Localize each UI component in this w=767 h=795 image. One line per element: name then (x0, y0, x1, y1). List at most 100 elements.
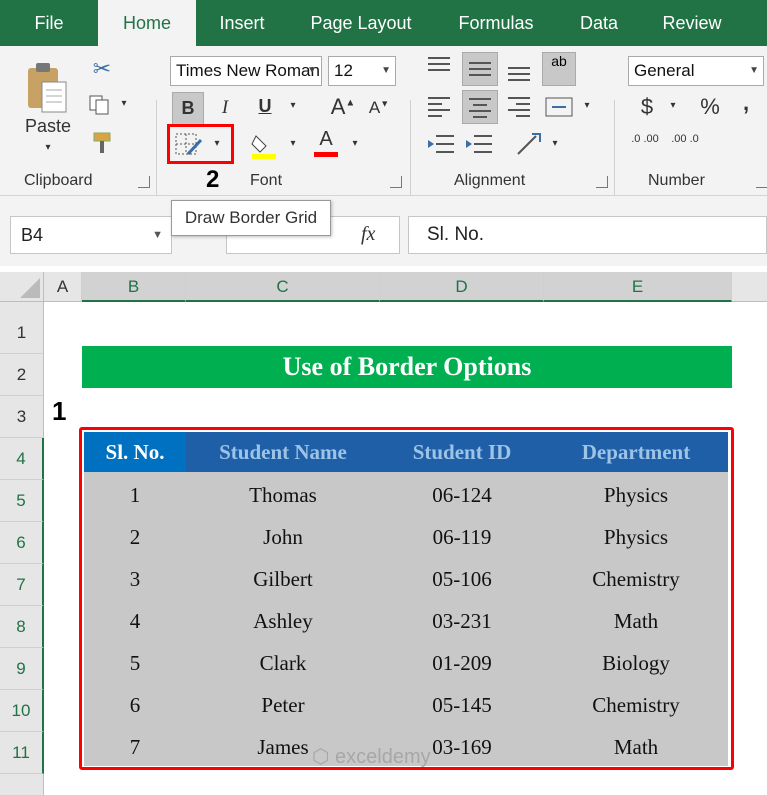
decrease-indent-icon[interactable] (426, 132, 456, 158)
number-format-combo[interactable]: General ▼ (628, 56, 764, 86)
select-all-button[interactable] (0, 272, 44, 302)
row-header-8[interactable]: 8 (0, 606, 44, 648)
alignment-launcher-icon[interactable] (596, 176, 608, 188)
currency-dropdown-icon[interactable]: ▾ (666, 100, 680, 111)
orientation-dropdown-icon[interactable]: ▾ (548, 138, 562, 149)
callout-one: 1 (52, 396, 67, 426)
name-box-value: B4 (21, 225, 44, 245)
row-header-2[interactable]: 2 (0, 354, 44, 396)
column-header-c[interactable]: C (186, 272, 380, 302)
watermark: ⬡ exceldemy (312, 744, 431, 769)
align-center-icon[interactable] (462, 90, 498, 124)
align-right-icon[interactable] (506, 94, 534, 120)
tab-insert[interactable]: Insert (196, 0, 288, 46)
tooltip: Draw Border Grid (171, 200, 331, 236)
copy-icon[interactable] (88, 94, 114, 116)
row-header-11[interactable]: 11 (0, 732, 44, 774)
paste-dropdown-icon[interactable]: ▾ (40, 142, 56, 153)
increase-indent-icon[interactable] (464, 132, 494, 158)
top-align-icon[interactable] (426, 54, 454, 80)
increase-decimal-button[interactable]: .0 .00 (630, 134, 660, 145)
column-header-b[interactable]: B (82, 272, 186, 302)
number-launcher-icon[interactable] (756, 176, 767, 188)
wrap-text-icon: ab (551, 53, 567, 69)
row-header-7[interactable]: 7 (0, 564, 44, 606)
formula-bar-area: B4 ▼ fx Sl. No. (0, 196, 767, 266)
font-size-value: 12 (334, 61, 353, 80)
font-color-icon: A (319, 128, 333, 150)
underline-dropdown-icon[interactable]: ▾ (286, 100, 300, 111)
paste-button[interactable] (24, 60, 70, 114)
fill-color-dropdown-icon[interactable]: ▾ (286, 138, 300, 149)
group-label-alignment: Alignment (454, 172, 526, 189)
font-color-button[interactable]: A (312, 128, 340, 160)
shrink-font-icon: A (368, 98, 381, 117)
callout-two: 2 (206, 166, 220, 193)
column-header-a[interactable]: A (44, 272, 82, 302)
font-name-combo[interactable]: Times New Roman ▼ (170, 56, 322, 86)
grow-font-icon: A (330, 94, 346, 119)
formula-input-value: Sl. No. (427, 224, 485, 245)
group-label-number: Number (648, 172, 705, 189)
bold-label: B (181, 98, 195, 118)
fill-color-icon (251, 135, 276, 159)
chevron-down-icon: ▼ (152, 229, 163, 241)
bottom-align-icon[interactable] (506, 58, 534, 84)
insert-function-icon[interactable]: fx (361, 223, 375, 246)
tab-review[interactable]: Review (640, 0, 744, 46)
row-header-4[interactable]: 4 (0, 438, 44, 480)
tab-file[interactable]: File (0, 0, 98, 46)
tab-formulas[interactable]: Formulas (434, 0, 558, 46)
clipboard-launcher-icon[interactable] (138, 176, 150, 188)
merge-dropdown-icon[interactable]: ▾ (580, 100, 594, 111)
font-color-swatch (314, 152, 338, 157)
column-header-e[interactable]: E (544, 272, 732, 302)
paste-icon (28, 63, 67, 113)
orientation-icon[interactable] (514, 130, 544, 158)
comma-button[interactable]: , (736, 90, 756, 116)
formula-input[interactable]: Sl. No. (408, 216, 767, 254)
copy-dropdown-icon[interactable]: ▾ (118, 98, 130, 109)
font-color-dropdown-icon[interactable]: ▾ (348, 138, 362, 149)
underline-button[interactable]: U (252, 96, 278, 117)
currency-button[interactable]: $ (636, 94, 658, 120)
ribbon: Paste ▾ ✂ ▾ Clipboard Times New Roman ▼ … (0, 46, 767, 240)
italic-button[interactable]: I (212, 97, 238, 119)
watermark-logo-icon: ⬡ (312, 746, 330, 768)
row-header-5[interactable]: 5 (0, 480, 44, 522)
grow-font-button[interactable]: A▲ (330, 94, 356, 120)
sheet-title[interactable]: Use of Border Options (82, 346, 732, 388)
middle-align-icon[interactable] (462, 52, 498, 86)
number-format-value: General (634, 61, 695, 80)
font-launcher-icon[interactable] (390, 176, 402, 188)
column-header-d[interactable]: D (380, 272, 544, 302)
paste-label[interactable]: Paste (20, 116, 76, 137)
row-header-3[interactable]: 3 (0, 396, 44, 438)
tab-home[interactable]: Home (98, 0, 196, 46)
draw-border-grid-button[interactable] (174, 132, 204, 158)
row-header-9[interactable]: 9 (0, 648, 44, 690)
format-painter-icon[interactable] (88, 130, 114, 156)
row-header-10[interactable]: 10 (0, 690, 44, 732)
font-size-combo[interactable]: 12 ▼ (328, 56, 396, 86)
name-box[interactable]: B4 ▼ (10, 216, 172, 254)
percent-button[interactable]: % (696, 94, 724, 120)
chevron-down-icon: ▼ (381, 65, 391, 76)
cut-icon[interactable]: ✂ (88, 56, 116, 82)
merge-center-icon[interactable] (544, 94, 574, 120)
shrink-font-button[interactable]: A▼ (366, 98, 392, 118)
row-header-6[interactable]: 6 (0, 522, 44, 564)
tab-page-layout[interactable]: Page Layout (288, 0, 434, 46)
bold-button[interactable]: B (172, 92, 204, 126)
group-label-font: Font (250, 172, 283, 189)
draw-border-grid-icon (175, 133, 203, 156)
row-header-1[interactable]: 1 (0, 312, 44, 354)
align-left-icon[interactable] (426, 94, 454, 120)
decrease-decimal-button[interactable]: .00 .0 (670, 134, 700, 145)
wrap-text-button[interactable]: ab (542, 52, 576, 86)
fill-color-button[interactable] (250, 130, 278, 160)
borders-dropdown-icon[interactable]: ▾ (210, 138, 224, 149)
row-header-gap (0, 774, 44, 795)
tab-data[interactable]: Data (558, 0, 640, 46)
ribbon-tab-bar: File Home Insert Page Layout Formulas Da… (0, 0, 767, 46)
